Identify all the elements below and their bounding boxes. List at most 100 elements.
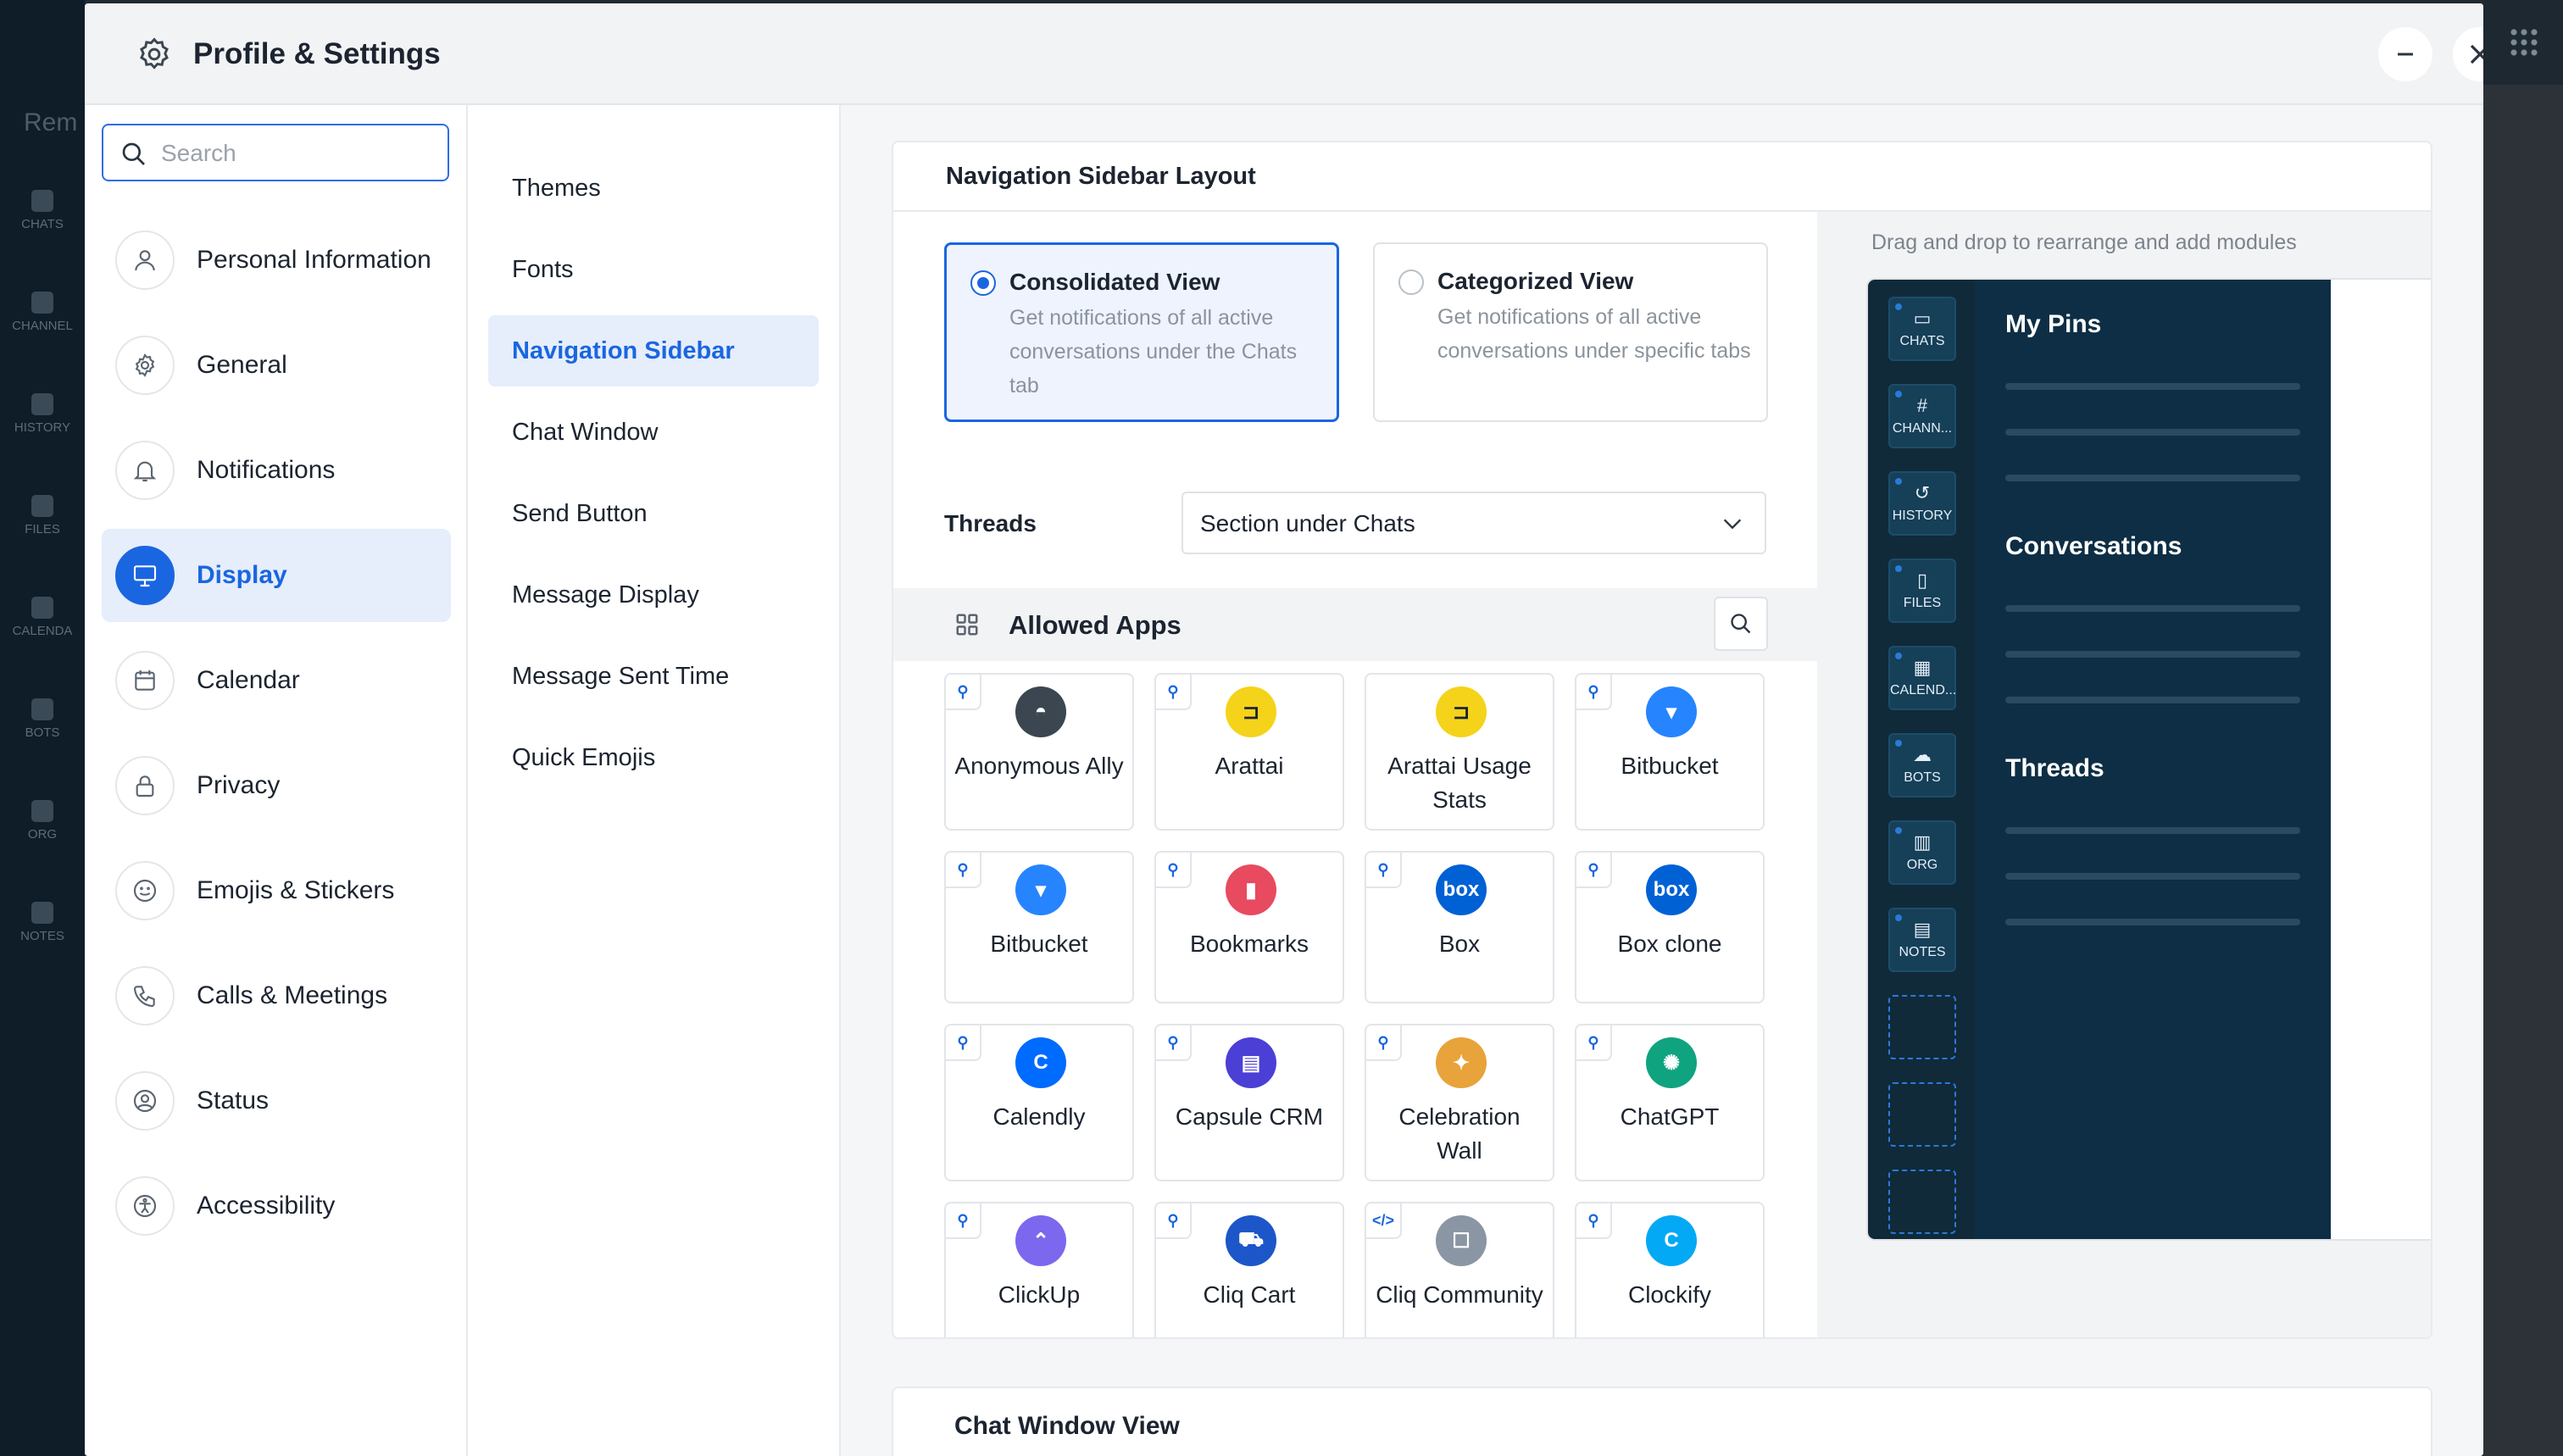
minimize-button[interactable] [2378,27,2432,81]
search-input[interactable] [161,137,432,169]
subnav-item-fonts[interactable]: Fonts [488,234,819,305]
background-rail-label: CHATS [21,217,64,231]
modal-title: Profile & Settings [193,37,441,70]
pin-icon[interactable]: ⚲ [1366,1025,1402,1061]
apps-search-button[interactable] [1714,597,1768,651]
app-tile[interactable]: ⚲ ▾ Bitbucket [944,851,1134,1003]
app-tile[interactable]: ⚲ ⛟ Cliq Cart [1154,1202,1344,1337]
settings-search[interactable] [102,124,449,181]
app-tile[interactable]: ⚲ box Box [1365,851,1554,1003]
app-tile[interactable]: ⚲ C Clockify [1575,1202,1765,1337]
subnav-item-send-button[interactable]: Send Button [488,478,819,549]
code-icon[interactable]: </> [1366,1203,1402,1239]
pin-icon[interactable]: ⚲ [1576,675,1612,710]
chat-icon: ▭ [1913,308,1932,329]
background-rail-item: CHATS [0,190,85,231]
nav-icon-wrap [115,966,175,1025]
threads-select[interactable]: Section under Chats [1181,492,1766,554]
primary-settings-nav: Personal Information General Notifications… [85,105,468,1456]
org-icon [31,800,53,822]
preview-rail-chat[interactable]: ▭ CHATS [1888,297,1956,361]
pin-icon[interactable]: ⚲ [1156,675,1192,710]
app-tile[interactable]: </> ☐ Cliq Community [1365,1202,1554,1337]
gear-icon [135,353,155,377]
nav-item-notifications[interactable]: Notifications [102,424,451,517]
preview-rail-file[interactable]: ▯ FILES [1888,559,1956,623]
empty-module-slot[interactable] [1888,995,1956,1059]
app-tile[interactable]: ⚲ ⊐ Arattai [1154,673,1344,831]
pin-icon[interactable]: ⚲ [946,1203,981,1239]
radio-button[interactable] [970,270,996,296]
preview-rail-calendar[interactable]: ▦ CALEND... [1888,646,1956,710]
nav-item-personal-information[interactable]: Personal Information [102,214,451,307]
subnav-item-navigation-sidebar[interactable]: Navigation Sidebar [488,315,819,386]
empty-module-slot[interactable] [1888,1170,1956,1234]
pin-icon[interactable]: ⚲ [946,853,981,888]
pin-icon[interactable]: ⚲ [1156,853,1192,888]
app-tile[interactable]: ⚲ ✦ Celebration Wall [1365,1024,1554,1181]
app-tile[interactable]: ⚲ ▾ Bitbucket [1575,673,1765,831]
pin-icon[interactable]: ⚲ [1576,853,1612,888]
bell-icon [133,461,157,482]
nav-item-display[interactable]: Display [102,529,451,622]
subnav-item-message-sent-time[interactable]: Message Sent Time [488,641,819,712]
smiley-icon [133,879,157,903]
placeholder-line [2005,605,2300,612]
nav-item-calendar[interactable]: Calendar [102,634,451,727]
navigation-sidebar-layout-card: Navigation Sidebar Layout Consolidated V… [892,141,2432,1339]
pin-icon[interactable]: ⚲ [946,675,981,710]
app-tile[interactable]: ⚲ ▮ Bookmarks [1154,851,1344,1003]
app-tile[interactable]: ⊐ Arattai Usage Stats [1365,673,1554,831]
app-tile[interactable]: ⚲ ⌃ ClickUp [944,1202,1134,1337]
pin-icon[interactable]: ⚲ [1576,1025,1612,1061]
allowed-apps-header: Allowed Apps [893,588,1817,661]
history-icon [31,393,53,415]
pin-icon[interactable]: ⚲ [1156,1203,1192,1239]
nav-item-label: Display [197,561,287,589]
subnav-item-chat-window[interactable]: Chat Window [488,397,819,468]
empty-module-slot[interactable] [1888,1082,1956,1147]
subnav-item-quick-emojis[interactable]: Quick Emojis [488,722,819,793]
pin-icon[interactable]: ⚲ [946,1025,981,1061]
preview-rail-history[interactable]: ↺ HISTORY [1888,471,1956,536]
app-tile[interactable]: ⚲ ◓ Anonymous Ally [944,673,1134,831]
background-rail-label: FILES [25,522,60,536]
pin-icon[interactable]: ⚲ [1156,1025,1192,1061]
categorized-view-option[interactable]: Categorized View Get notifications of al… [1373,242,1768,422]
preview-rail-notes[interactable]: ▤ NOTES [1888,908,1956,972]
preview-rail-bot[interactable]: ☁ BOTS [1888,733,1956,797]
background-rail-item: ORG [0,800,85,842]
minus-icon [2398,53,2413,56]
subnav-item-label: Navigation Sidebar [512,337,735,364]
calendar-icon [135,670,155,691]
app-tile[interactable]: ⚲ ✺ ChatGPT [1575,1024,1765,1181]
radio-button[interactable] [1398,270,1424,295]
app-tile[interactable]: ⚲ C Calendly [944,1024,1134,1181]
nav-item-general[interactable]: General [102,319,451,412]
nav-item-accessibility[interactable]: Accessibility [102,1159,451,1253]
close-button[interactable] [2453,27,2483,81]
nav-item-label: Personal Information [197,246,431,274]
app-name: Arattai [1215,753,1284,779]
subnav-item-themes[interactable]: Themes [488,153,819,224]
nav-item-privacy[interactable]: Privacy [102,739,451,832]
bitbucket-icon: ▾ [1015,864,1066,915]
phone-icon [133,986,155,1008]
app-tile[interactable]: ⚲ box Box clone [1575,851,1765,1003]
preview-hint: Drag and drop to rearrange and add modul… [1871,231,2297,254]
nav-item-label: Privacy [197,771,281,799]
preview-rail-hash[interactable]: # CHANN... [1888,384,1956,448]
nav-item-emojis-stickers[interactable]: Emojis & Stickers [102,844,451,937]
app-tile[interactable]: ⚲ ▤ Capsule CRM [1154,1024,1344,1181]
placeholder-line [2005,429,2300,436]
background-rail-item: CALENDA [0,597,85,638]
pin-icon[interactable]: ⚲ [1366,853,1402,888]
subnav-item-message-display[interactable]: Message Display [488,559,819,631]
preview-rail-org[interactable]: ▥ ORG [1888,820,1956,885]
chat-window-view-card: Chat Window View [892,1387,2432,1456]
consolidated-view-option[interactable]: Consolidated View Get notifications of a… [944,242,1339,422]
nav-item-status[interactable]: Status [102,1054,451,1148]
nav-item-calls-meetings[interactable]: Calls & Meetings [102,949,451,1042]
grid-icon [956,614,978,636]
pin-icon[interactable]: ⚲ [1576,1203,1612,1239]
